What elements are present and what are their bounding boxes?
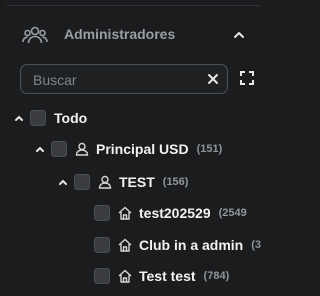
user-icon <box>98 175 112 189</box>
tree-leaf: Club in a admin (3 <box>94 233 261 257</box>
tree-node-test: TEST (156) <box>58 170 188 194</box>
home-icon <box>118 206 132 220</box>
tree-count: (784) <box>203 270 230 282</box>
search-input[interactable] <box>33 70 203 90</box>
home-icon <box>118 238 132 252</box>
checkbox-leaf[interactable] <box>94 237 110 253</box>
checkbox-leaf[interactable] <box>94 205 110 221</box>
section-title: Administradores <box>64 26 176 42</box>
checkbox-root[interactable] <box>30 110 46 126</box>
tree-leaf: test202529 (2549 <box>94 201 247 225</box>
chevron-up-icon[interactable] <box>58 177 68 187</box>
tree-node-root: Todo <box>14 106 87 130</box>
chevron-up-icon[interactable] <box>35 144 45 154</box>
tree-label: Test test <box>139 268 196 284</box>
close-icon[interactable] <box>207 73 219 85</box>
tree-label: Todo <box>54 110 88 126</box>
users-icon <box>22 26 48 44</box>
tree-node-principal-usd: Principal USD (151) <box>35 137 222 161</box>
tree-label: Principal USD <box>96 141 189 157</box>
admin-filter-panel: Administradores Todo Principal USD (151)… <box>0 0 267 296</box>
home-icon <box>118 269 132 283</box>
user-icon <box>75 142 89 156</box>
fullscreen-icon[interactable] <box>240 71 254 85</box>
checkbox-leaf[interactable] <box>94 268 110 284</box>
section-header[interactable]: Administradores <box>0 18 267 52</box>
tree-label: TEST <box>119 174 155 190</box>
chevron-up-icon[interactable] <box>231 28 247 42</box>
tree-label: test202529 <box>139 205 211 221</box>
divider <box>6 5 261 6</box>
tree-label: Club in a admin <box>139 237 244 253</box>
tree-leaf: Test test (784) <box>94 264 229 288</box>
tree-count: (2549 <box>218 207 247 219</box>
tree-count: (151) <box>196 143 223 155</box>
checkbox-test[interactable] <box>74 174 90 190</box>
tree-count: (3 <box>251 239 262 251</box>
checkbox-principal-usd[interactable] <box>51 141 67 157</box>
chevron-up-icon[interactable] <box>14 113 24 123</box>
search-box <box>20 64 228 94</box>
tree-count: (156) <box>162 176 189 188</box>
